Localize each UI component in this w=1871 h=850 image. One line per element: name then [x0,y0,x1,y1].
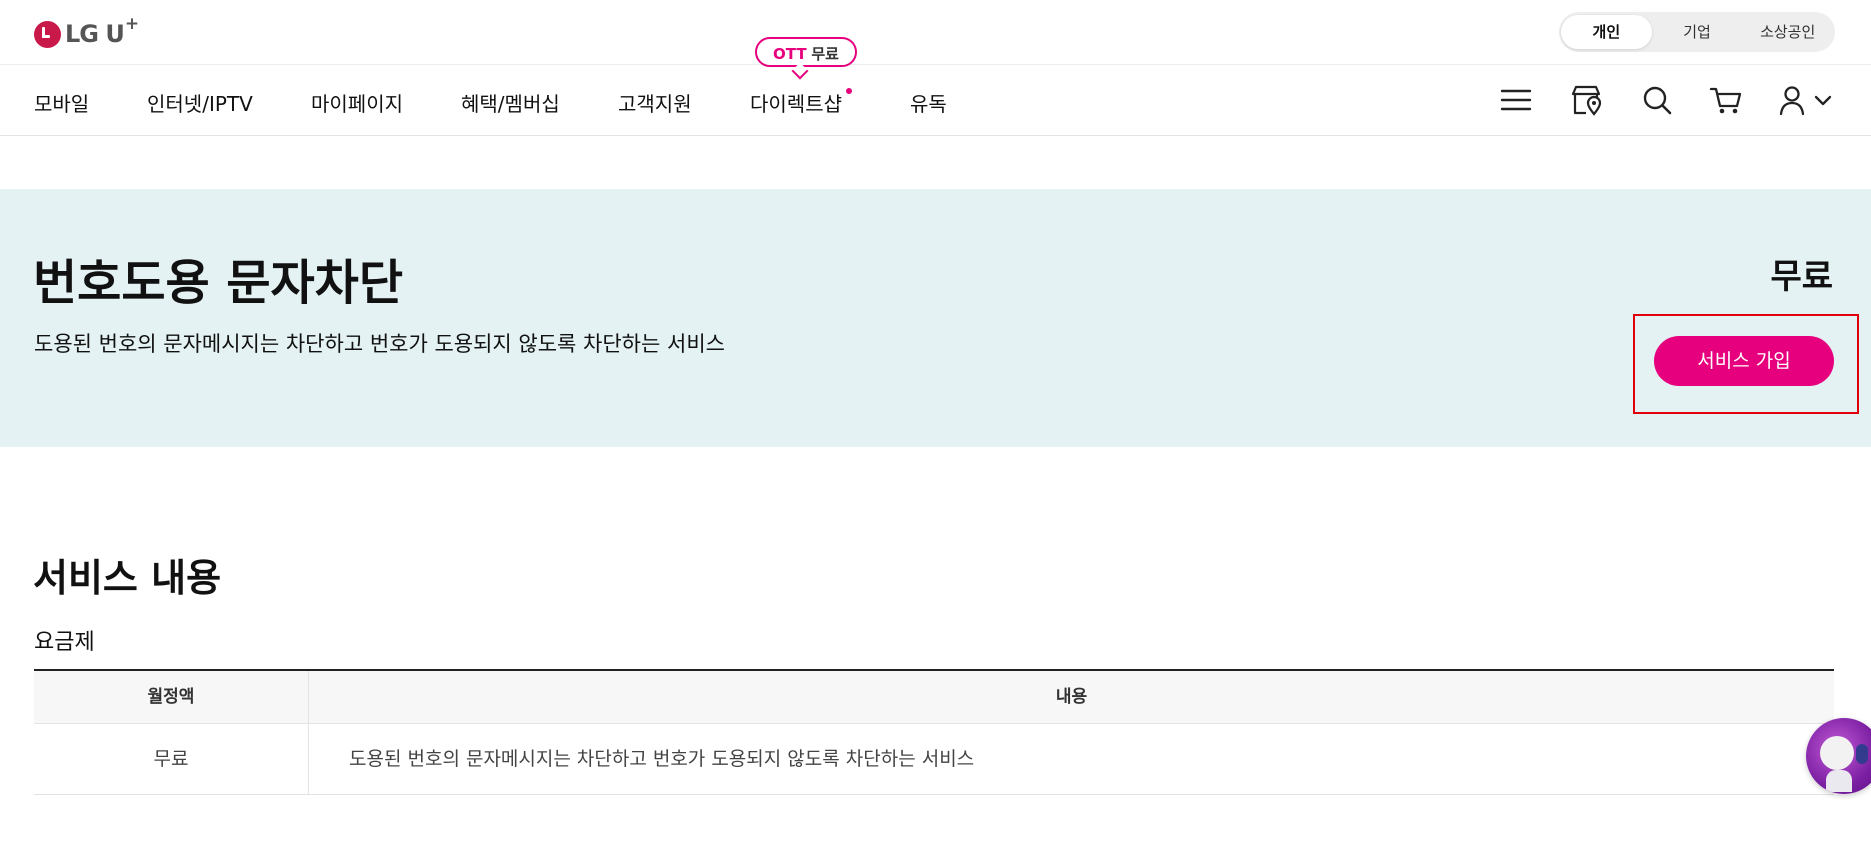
service-hero: 번호도용 문자차단 도용된 번호의 문자메시지는 차단하고 번호가 도용되지 않… [0,189,1871,447]
chatbot-avatar-icon [1820,736,1854,770]
nav-item-support[interactable]: 고객지원 [618,88,692,117]
nav-item-mypage[interactable]: 마이페이지 [311,88,403,117]
user-icon[interactable] [1778,83,1812,117]
headset-icon [1856,744,1868,764]
nav-item-directshop[interactable]: 다이렉트샵 [750,88,852,117]
ott-free-badge: OTT 무료 [755,37,857,67]
chevron-down-icon[interactable] [1812,83,1834,117]
pricing-table: 월정액 내용 무료 도용된 번호의 문자메시지는 차단하고 번호가 도용되지 않… [34,669,1834,795]
column-header-content: 내용 [309,671,1834,724]
segment-small-business[interactable]: 소상공인 [1742,15,1833,49]
table-header-row: 월정액 내용 [34,671,1834,724]
nav-item-udok[interactable]: 유독 [910,88,947,117]
table-row: 무료 도용된 번호의 문자메시지는 차단하고 번호가 도용되지 않도록 차단하는… [34,724,1834,795]
top-bar: LG U + 개인 기업 소상공인 [0,0,1871,65]
search-icon[interactable] [1640,83,1674,117]
cart-icon[interactable] [1709,83,1743,117]
segment-personal[interactable]: 개인 [1561,15,1652,49]
cell-content: 도용된 번호의 문자메시지는 차단하고 번호가 도용되지 않도록 차단하는 서비… [309,724,1834,795]
nav-item-benefits[interactable]: 혜택/멤버십 [461,88,560,117]
nav-item-internet-iptv[interactable]: 인터넷/IPTV [147,88,253,117]
ott-badge-text: OTT [773,45,807,63]
nav-item-directshop-label: 다이렉트샵 [750,92,842,116]
logo-plus: + [124,14,140,34]
pricing-subtitle: 요금제 [34,630,95,655]
customer-type-switch: 개인 기업 소상공인 [1559,12,1835,52]
lg-logo-icon [34,20,61,48]
service-join-button[interactable]: 서비스 가입 [1654,336,1834,386]
logo-text: LG U [65,20,125,48]
menu-icon[interactable] [1499,83,1533,117]
main-nav: 모바일 인터넷/IPTV 마이페이지 혜택/멤버십 고객지원 다이렉트샵 유독 [0,65,1871,136]
lg-uplus-logo[interactable]: LG U + [34,14,139,48]
page-title: 번호도용 문자차단 [33,255,403,311]
cell-monthly-fee: 무료 [34,724,309,795]
nav-item-mobile[interactable]: 모바일 [34,88,89,117]
column-header-monthly-fee: 월정액 [34,671,309,724]
chatbot-body [1826,770,1852,792]
store-icon[interactable] [1569,83,1603,117]
service-price: 무료 [1770,257,1833,297]
service-description: 도용된 번호의 문자메시지는 차단하고 번호가 도용되지 않도록 차단하는 서비… [34,332,725,356]
free-badge-text: 무료 [811,45,839,63]
section-title: 서비스 내용 [33,556,222,600]
segment-business[interactable]: 기업 [1652,15,1743,49]
new-dot-badge [846,88,852,94]
